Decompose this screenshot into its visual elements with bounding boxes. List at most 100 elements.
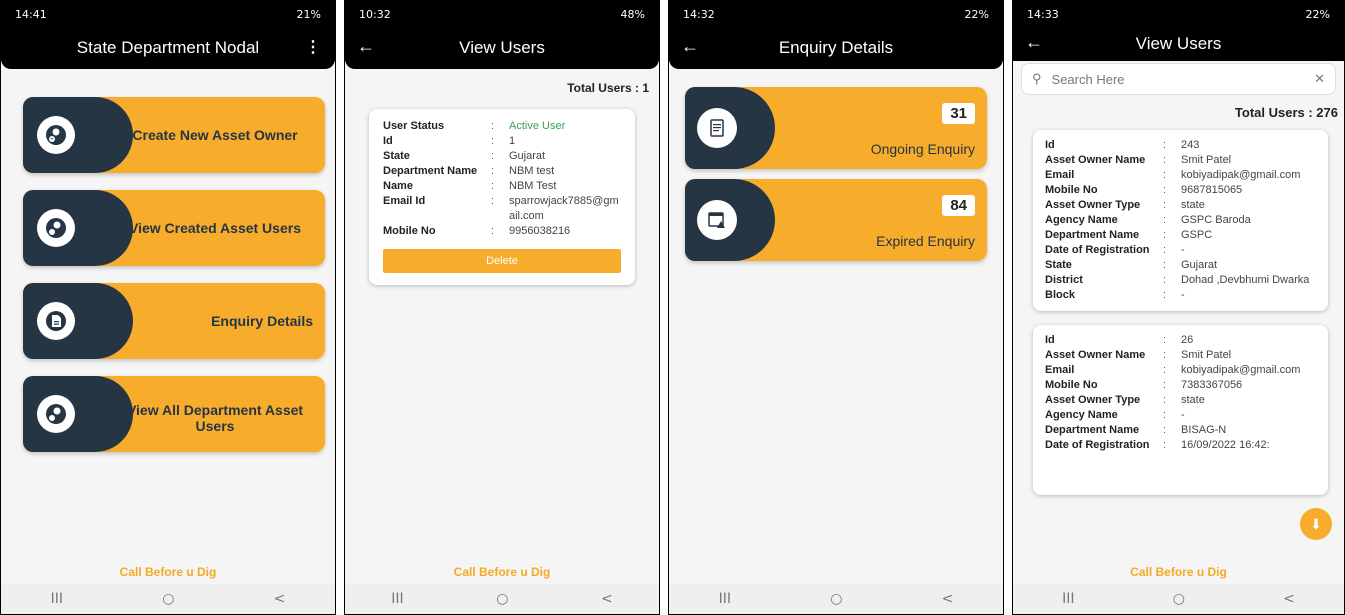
ongoing-count-badge: 31 <box>942 103 975 124</box>
svg-text:+: + <box>50 137 54 143</box>
system-nav-bar: III ○ < <box>1 584 335 614</box>
home-button[interactable]: ○ <box>1173 591 1185 607</box>
back-arrow-icon[interactable]: ← <box>681 36 699 57</box>
calendar-warning-icon <box>697 200 737 240</box>
detail-row: Asset Owner Name: Smit Patel <box>1045 154 1232 166</box>
phone-screen-4: 14:33 22% ← View Users ⚲ Search Here ✕ T… <box>1012 0 1345 615</box>
create-asset-owner-button[interactable]: + Create New Asset Owner <box>23 97 325 173</box>
detail-row: State: Gujarat <box>1045 259 1218 271</box>
menu-label: View All Department Asset Users <box>126 402 304 434</box>
user-card: Id:26 Asset Owner Name: Smit Patel Email:… <box>1033 325 1328 495</box>
report-icon <box>697 108 737 148</box>
system-nav-bar: III ○ < <box>1013 584 1344 614</box>
delete-button[interactable]: Delete <box>383 249 621 273</box>
detail-row: Id:1 <box>383 135 516 147</box>
app-bar: ← View Users <box>345 27 659 69</box>
call-before-u-dig-link[interactable]: Call Before u Dig <box>1013 565 1344 579</box>
system-nav-bar: III ○ < <box>669 584 1003 614</box>
detail-row: Id:243 <box>1045 139 1200 151</box>
more-icon[interactable]: ⋮ <box>305 37 321 57</box>
home-button[interactable]: ○ <box>830 591 842 607</box>
home-button[interactable]: ○ <box>496 591 508 607</box>
expired-enquiry-label: Expired Enquiry <box>876 233 975 249</box>
detail-row: Date of Registration:16/09/2022 16:42: <box>1045 439 1270 451</box>
status-bar: 14:33 22% <box>1013 1 1344 27</box>
system-nav-bar: III ○ < <box>345 584 659 614</box>
view-user-icon <box>37 395 75 433</box>
page-title: View Users <box>459 38 545 57</box>
app-bar: ← View Users <box>1013 27 1344 61</box>
status-time: 10:32 <box>359 7 391 21</box>
back-button[interactable]: < <box>1283 591 1295 607</box>
status-time: 14:32 <box>683 7 715 21</box>
total-users: Total Users : 276 <box>1234 105 1338 120</box>
detail-row: Mobile No:9687815065 <box>1045 184 1243 196</box>
detail-row: Id:26 <box>1045 334 1194 346</box>
detail-row: Email Id: sparrowjack7885@gmail.com <box>383 195 619 222</box>
back-button[interactable]: < <box>601 591 613 607</box>
app-bar: ← Enquiry Details <box>669 27 1003 69</box>
detail-row: Asset Owner Name: Smit Patel <box>1045 349 1232 361</box>
detail-row: Name: NBM Test <box>383 180 557 192</box>
detail-row: Agency Name: GSPC Baroda <box>1045 214 1251 226</box>
back-arrow-icon[interactable]: ← <box>1025 32 1043 53</box>
detail-row: Agency Name: - <box>1045 409 1185 421</box>
recents-button[interactable]: III <box>719 591 731 607</box>
status-bar: 14:41 21% <box>1 1 335 27</box>
page-title: Enquiry Details <box>778 38 894 57</box>
view-user-icon <box>37 209 75 247</box>
recents-button[interactable]: III <box>1062 591 1074 607</box>
close-icon[interactable]: ✕ <box>1314 71 1325 87</box>
ongoing-enquiry-card[interactable]: 31 Ongoing Enquiry <box>685 87 987 169</box>
menu-label: Create New Asset Owner <box>132 127 298 143</box>
detail-row: State: Gujarat <box>383 150 546 162</box>
user-card: Id:243 Asset Owner Name: Smit Patel Email… <box>1033 130 1328 311</box>
status-time: 14:33 <box>1027 7 1059 21</box>
detail-row: Mobile No:9956038216 <box>383 225 571 237</box>
call-before-u-dig-link[interactable]: Call Before u Dig <box>1 565 335 579</box>
menu-label: Enquiry Details <box>211 313 313 329</box>
ongoing-enquiry-label: Ongoing Enquiry <box>870 141 975 157</box>
back-arrow-icon[interactable]: ← <box>357 36 375 57</box>
phone-screen-3: 14:32 22% ← Enquiry Details 31 Ongoing E… <box>668 0 1004 615</box>
status-bar: 14:32 22% <box>669 1 1003 27</box>
detail-row: Department Name: GSPC <box>1045 229 1213 241</box>
menu-label: View Created Asset Users <box>129 220 301 236</box>
status-time: 14:41 <box>15 7 47 21</box>
detail-row: District: Dohad ,Devbhumi Dwarka <box>1045 274 1310 286</box>
call-before-u-dig-link[interactable]: Call Before u Dig <box>345 565 659 579</box>
user-card: User Status: Active User Id:1 State: Gujar… <box>369 109 635 285</box>
total-users: Total Users : 1 <box>567 81 649 95</box>
search-icon: ⚲ <box>1032 71 1042 86</box>
detail-row: Date of Registration: - <box>1045 244 1185 256</box>
app-bar: State Department Nodal ⋮ <box>1 27 335 69</box>
back-button[interactable]: < <box>274 591 286 607</box>
expired-enquiry-card[interactable]: 84 Expired Enquiry <box>685 179 987 261</box>
status-battery: 22% <box>964 7 989 21</box>
recents-button[interactable]: III <box>51 591 63 607</box>
search-placeholder: Search Here <box>1051 71 1125 87</box>
detail-row: Mobile No:7383367056 <box>1045 379 1243 391</box>
back-button[interactable]: < <box>942 591 954 607</box>
recents-button[interactable]: III <box>391 591 403 607</box>
add-user-icon: + <box>37 116 75 154</box>
page-title: View Users <box>1135 34 1222 53</box>
phone-screen-2: 10:32 48% ← View Users Total Users : 1 U… <box>344 0 660 615</box>
download-icon[interactable]: ⬇ <box>1300 508 1332 540</box>
status-battery: 48% <box>620 7 645 21</box>
detail-row: Department Name: NBM test <box>383 165 555 177</box>
view-all-department-asset-users-button[interactable]: View All Department Asset Users <box>23 376 325 452</box>
search-input[interactable]: ⚲ Search Here ✕ <box>1021 63 1336 95</box>
phone-screen-1: 14:41 21% State Department Nodal ⋮ + Cre… <box>0 0 336 615</box>
detail-row: Email: kobiyadipak@gmail.com <box>1045 169 1301 181</box>
detail-row: Asset Owner Type: state <box>1045 394 1205 406</box>
detail-row: Email: kobiyadipak@gmail.com <box>1045 364 1301 376</box>
detail-row: Block: - <box>1045 289 1185 301</box>
detail-row: User Status: Active User <box>383 120 566 132</box>
home-button[interactable]: ○ <box>162 591 174 607</box>
detail-row: Asset Owner Type: state <box>1045 199 1205 211</box>
expired-count-badge: 84 <box>942 195 975 216</box>
view-created-asset-users-button[interactable]: View Created Asset Users <box>23 190 325 266</box>
status-bar: 10:32 48% <box>345 1 659 27</box>
enquiry-details-button[interactable]: Enquiry Details <box>23 283 325 359</box>
